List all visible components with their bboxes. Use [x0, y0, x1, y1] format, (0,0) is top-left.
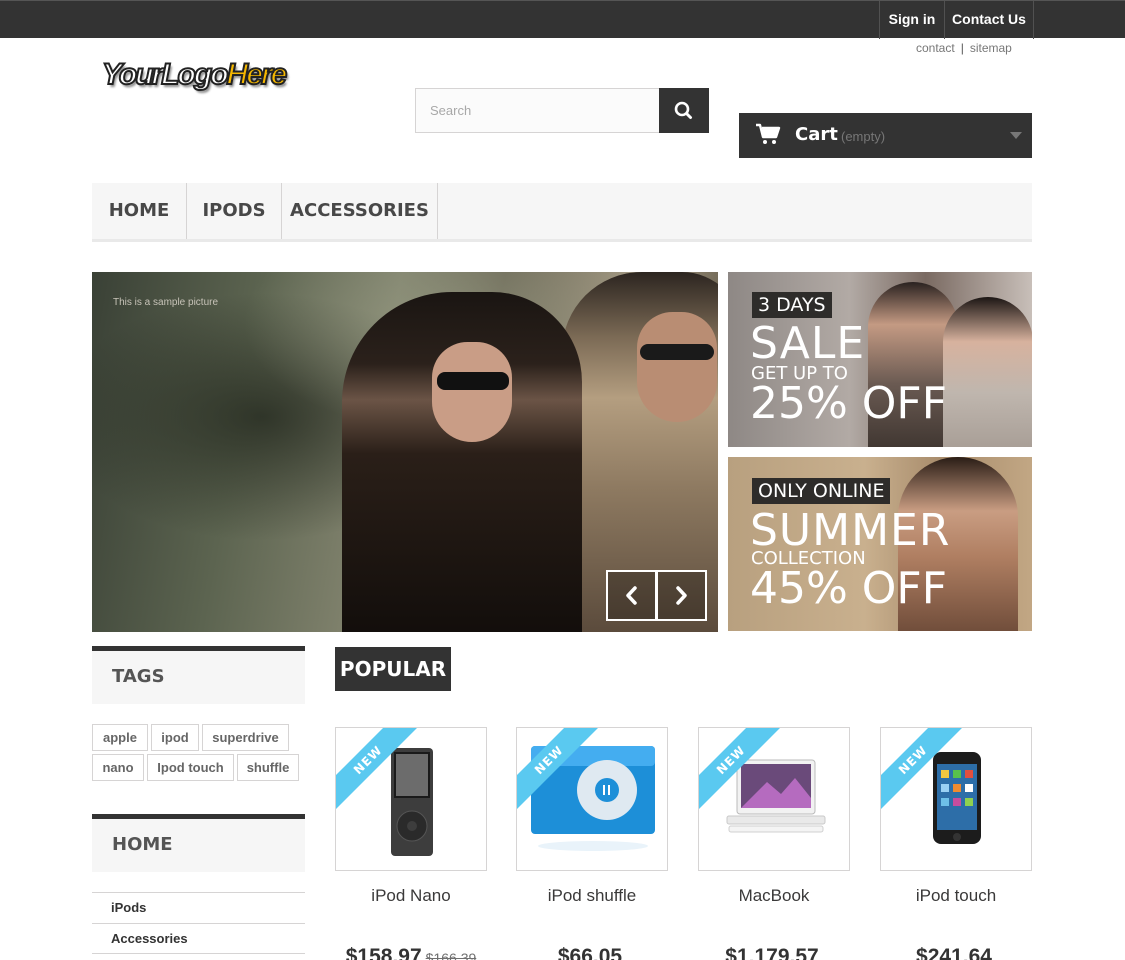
promo-offer: 25% OFF	[750, 378, 948, 429]
ipod-nano-image	[391, 748, 433, 856]
menu-item-home[interactable]: HOME	[92, 183, 187, 239]
ipod-touch-image	[933, 752, 981, 844]
slider-next-button[interactable]	[656, 570, 707, 621]
mini-links: contact | sitemap	[916, 41, 1012, 55]
chevron-left-icon	[626, 586, 637, 605]
tags-block-title: TAGS	[92, 646, 305, 704]
slider-prev-button[interactable]	[606, 570, 657, 621]
promo-banner-sale[interactable]: 3 DAYS SALE GET UP TO 25% OFF	[728, 272, 1032, 447]
category-ipods[interactable]: iPods	[92, 892, 305, 923]
search-bar	[415, 88, 709, 133]
product-price: $158.97	[345, 945, 422, 960]
menu-item-ipods[interactable]: IPODS	[187, 183, 282, 239]
promo-offer: 45% OFF	[750, 563, 948, 614]
tag-ipod[interactable]: ipod	[151, 724, 199, 751]
contact-us-link[interactable]: Contact Us	[944, 1, 1034, 39]
product-name[interactable]: iPod Nano	[335, 886, 487, 906]
product-image-link[interactable]: NEW	[516, 727, 668, 871]
slider-image-woman-sunglasses	[437, 372, 509, 390]
homepage-slider[interactable]: This is a sample picture	[92, 272, 718, 632]
tag-superdrive[interactable]: superdrive	[202, 724, 289, 751]
promo-tag: ONLY ONLINE	[752, 478, 891, 504]
promo-headline: SALE	[750, 318, 866, 369]
promo-banner-summer[interactable]: ONLY ONLINE SUMMER COLLECTION 45% OFF	[728, 457, 1032, 631]
caret-down-icon	[1010, 132, 1022, 139]
link-separator: |	[960, 41, 964, 55]
menu-item-accessories[interactable]: ACCESSORIES	[282, 183, 438, 239]
top-bar: Sign in Contact Us	[0, 0, 1125, 39]
contact-link[interactable]: contact	[916, 41, 955, 55]
chevron-right-icon	[676, 586, 687, 605]
promo-tag: 3 DAYS	[752, 292, 832, 318]
product-old-price: $166.39	[425, 950, 477, 960]
product-price-row: $241.64	[880, 945, 1032, 960]
cart-button[interactable]: Cart (empty)	[739, 113, 1032, 158]
product-price: $66.05	[557, 945, 623, 960]
search-input[interactable]	[415, 88, 660, 133]
product-name[interactable]: iPod touch	[880, 886, 1032, 906]
sitemap-link[interactable]: sitemap	[970, 41, 1012, 55]
tag-nano[interactable]: nano	[92, 754, 144, 781]
product-image-link[interactable]: NEW	[698, 727, 850, 871]
cart-label: Cart	[795, 124, 838, 145]
cart-status: (empty)	[841, 129, 886, 144]
tab-popular[interactable]: POPULAR	[335, 647, 451, 691]
sign-in-link[interactable]: Sign in	[879, 1, 944, 39]
slider-image-woman-face	[432, 342, 512, 442]
tag-shuffle[interactable]: shuffle	[237, 754, 299, 781]
tag-apple[interactable]: apple	[92, 724, 148, 751]
search-button[interactable]	[659, 88, 709, 133]
product-price-row: $66.05	[516, 945, 668, 960]
slider-caption: This is a sample picture	[113, 297, 219, 308]
ipod-shuffle-image	[531, 746, 655, 851]
home-block-title: HOME	[92, 814, 305, 872]
product-price: $241.64	[916, 945, 992, 960]
logo-text-2: Here	[226, 57, 289, 92]
promo-headline: SUMMER	[750, 505, 951, 556]
product-price-row: $158.97 $166.39	[335, 945, 487, 960]
site-logo[interactable]: YourLogoHere	[101, 57, 289, 92]
slider-image-man-sunglasses	[640, 344, 714, 360]
product-name[interactable]: MacBook	[698, 886, 850, 906]
product-price-row: $1,179.57	[698, 945, 850, 960]
product-name[interactable]: iPod shuffle	[516, 886, 668, 906]
macbook-image	[726, 759, 826, 833]
product-image-link[interactable]: NEW	[880, 727, 1032, 871]
product-image-link[interactable]: NEW	[335, 727, 487, 871]
promo-image-woman	[943, 297, 1032, 447]
slider-image-man-face	[637, 312, 717, 422]
product-price: $1,179.57	[725, 945, 819, 960]
search-icon	[674, 101, 692, 119]
tag-ipod-touch[interactable]: Ipod touch	[147, 754, 234, 781]
category-accessories[interactable]: Accessories	[92, 923, 305, 954]
main-menu: HOME IPODS ACCESSORIES	[92, 183, 1032, 242]
logo-text-1: YourLogo	[101, 57, 230, 92]
shopping-cart-icon	[756, 123, 781, 144]
